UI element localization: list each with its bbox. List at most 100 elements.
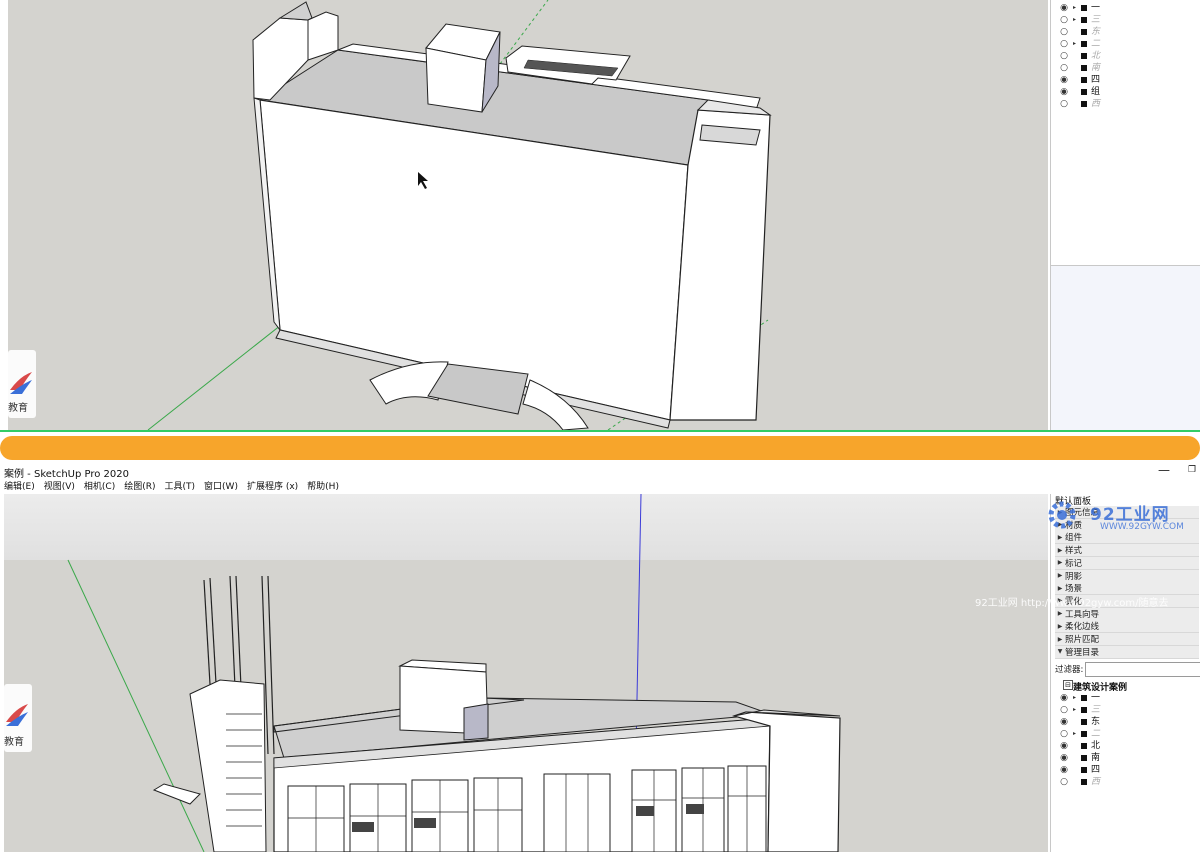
triangle-right-icon: ▶ (1057, 559, 1063, 567)
eye-icon[interactable]: ◉ (1059, 716, 1069, 728)
outliner-item-label: 北 (1091, 741, 1101, 751)
triangle-right-icon[interactable]: ▸ (1073, 692, 1079, 704)
eye-icon[interactable]: ◉ (1059, 2, 1069, 14)
outliner-item-row[interactable]: ◉ ▸ 一 (1059, 692, 1100, 704)
eye-hidden-icon[interactable]: ○ (1059, 728, 1069, 740)
component-icon (1081, 5, 1087, 11)
eye-hidden-icon[interactable]: ○ (1059, 776, 1069, 788)
tray-panel-header[interactable]: ▶ 阴影 (1055, 569, 1199, 583)
top-tag-row[interactable]: ◉ ▸ 一 (1059, 2, 1100, 14)
eye-hidden-icon[interactable]: ○ (1059, 14, 1069, 26)
component-icon (1081, 101, 1087, 107)
eye-icon[interactable]: ◉ (1059, 740, 1069, 752)
outliner-item-label: 东 (1091, 717, 1101, 727)
eye-icon[interactable]: ◉ (1059, 74, 1069, 86)
eye-icon[interactable]: ◉ (1059, 86, 1069, 98)
top-tag-label: 北 (1091, 51, 1101, 61)
tray-panel-label: 场景 (1065, 584, 1083, 595)
top-tag-label: 二 (1091, 39, 1101, 49)
menu-item[interactable]: 工具(T) (165, 480, 196, 494)
top-tag-row[interactable]: ○ 北 (1059, 50, 1100, 62)
overlay-watermark: 92工业网 http://www.92gyw.com/随意去 (975, 598, 1169, 609)
menu-item[interactable]: 扩展程序 (x) (247, 480, 298, 494)
component-icon (1081, 77, 1087, 83)
tray-panel-label: 样式 (1065, 546, 1083, 557)
triangle-right-icon[interactable]: ▸ (1073, 38, 1079, 50)
top-tag-row[interactable]: ○ ▸ 二 (1059, 38, 1100, 50)
eye-hidden-icon[interactable]: ○ (1059, 26, 1069, 38)
component-icon (1081, 41, 1087, 47)
component-icon (1081, 731, 1087, 737)
eye-icon[interactable]: ◉ (1059, 764, 1069, 776)
component-icon (1081, 743, 1087, 749)
triangle-right-icon: ▶ (1057, 622, 1063, 630)
viewport-divider (0, 430, 1200, 432)
menu-bar: 编辑(E) 视图(V) 相机(C) 绘图(R) 工具(T) 窗口(W) 扩展程序 (x) 帮助… (0, 480, 1200, 494)
outliner-item-row[interactable]: ◉ 南 (1059, 752, 1100, 764)
top-tags-tray: ◉ ▸ 一 ○ ▸ 三 ○ 东 ○ ▸ 二 ○ 北 ○ 南 ◉ 四 ◉ 组 ○ 西 (1050, 0, 1200, 432)
triangle-right-icon: ▶ (1057, 572, 1063, 579)
maximize-button[interactable]: ❐ (1184, 462, 1200, 478)
outliner-item-row[interactable]: ◉ 北 (1059, 740, 1100, 752)
tray-panel-header[interactable]: ▶ 照片匹配 (1055, 633, 1199, 646)
bottom-viewport[interactable]: 教育 (4, 494, 1048, 852)
eye-icon[interactable]: ◉ (1059, 692, 1069, 704)
bottom-building-model (67, 494, 841, 852)
tray-panel-label: 标记 (1065, 558, 1083, 569)
top-viewport[interactable]: 教育 (8, 0, 1048, 430)
separator-bar (0, 436, 1200, 460)
component-icon (1081, 29, 1087, 35)
menu-item[interactable]: 编辑(E) (4, 480, 35, 494)
top-tag-row[interactable]: ○ ▸ 三 (1059, 14, 1100, 26)
menu-item[interactable]: 窗口(W) (204, 480, 238, 494)
top-tag-label: 东 (1091, 27, 1101, 37)
outliner-item-row[interactable]: ◉ 东 (1059, 716, 1100, 728)
menu-item[interactable]: 视图(V) (44, 480, 75, 494)
outliner-item-label: 西 (1091, 777, 1101, 787)
tray-panel-header[interactable]: ▶ 柔化边线 (1055, 620, 1199, 634)
eye-hidden-icon[interactable]: ○ (1059, 704, 1069, 716)
gear-icon (1046, 500, 1082, 530)
eye-hidden-icon[interactable]: ○ (1059, 98, 1069, 110)
title-bar: 案例 - SketchUp Pro 2020 — ❐ (0, 462, 1200, 480)
outliner-item-label: 二 (1091, 729, 1101, 739)
triangle-right-icon[interactable]: ▸ (1073, 728, 1079, 740)
top-tag-row[interactable]: ○ 东 (1059, 26, 1100, 38)
eye-icon[interactable]: ◉ (1059, 752, 1069, 764)
outliner-item-row[interactable]: ◉ 四 (1059, 764, 1100, 776)
filter-input[interactable] (1085, 662, 1200, 677)
outliner-item-label: 四 (1091, 765, 1101, 775)
tray-panel-header[interactable]: ▶ 样式 (1055, 544, 1199, 558)
eye-hidden-icon[interactable]: ○ (1059, 38, 1069, 50)
tray-panel-header[interactable]: ▶ 工具向导 (1055, 607, 1199, 621)
outliner-item-row[interactable]: ○ ▸ 二 (1059, 728, 1100, 740)
tray-panel-label: 组件 (1065, 533, 1083, 544)
top-tag-row[interactable]: ○ 西 (1059, 98, 1100, 110)
tray-panel-header[interactable]: ▶ 标记 (1055, 556, 1199, 570)
tray-panel-header[interactable]: ▶ 组件 (1055, 531, 1199, 545)
component-icon (1081, 65, 1087, 71)
window-title: 案例 - SketchUp Pro 2020 (4, 469, 129, 480)
triangle-right-icon[interactable]: ▸ (1073, 704, 1079, 716)
eye-hidden-icon[interactable]: ○ (1059, 62, 1069, 74)
triangle-down-icon: ▼ (1057, 648, 1063, 656)
top-tag-row[interactable]: ◉ 四 (1059, 74, 1100, 86)
logo-text: 教育 (8, 403, 28, 414)
top-tag-row[interactable]: ○ 南 (1059, 62, 1100, 74)
tray-panel-header[interactable]: ▼ 管理目录 (1055, 645, 1199, 659)
triangle-right-icon: ▶ (1057, 533, 1063, 541)
triangle-right-icon[interactable]: ▸ (1073, 14, 1079, 26)
triangle-right-icon: ▶ (1057, 635, 1063, 643)
menu-item[interactable]: 绘图(R) (124, 480, 155, 494)
outliner-item-row[interactable]: ○ ▸ 三 (1059, 704, 1100, 716)
menu-item[interactable]: 帮助(H) (307, 480, 339, 494)
menu-item[interactable]: 相机(C) (84, 480, 115, 494)
collapse-root-icon[interactable]: ⊟ (1063, 680, 1073, 690)
top-tag-row[interactable]: ◉ 组 (1059, 86, 1100, 98)
triangle-right-icon[interactable]: ▸ (1073, 2, 1079, 14)
eye-hidden-icon[interactable]: ○ (1059, 50, 1069, 62)
watermark-logo: 教育 (8, 350, 36, 418)
outliner-item-row[interactable]: ○ 西 (1059, 776, 1100, 788)
minimize-button[interactable]: — (1156, 462, 1172, 478)
sketchup-window: 案例 - SketchUp Pro 2020 — ❐ 编辑(E) 视图(V) 相机(… (0, 462, 1200, 852)
